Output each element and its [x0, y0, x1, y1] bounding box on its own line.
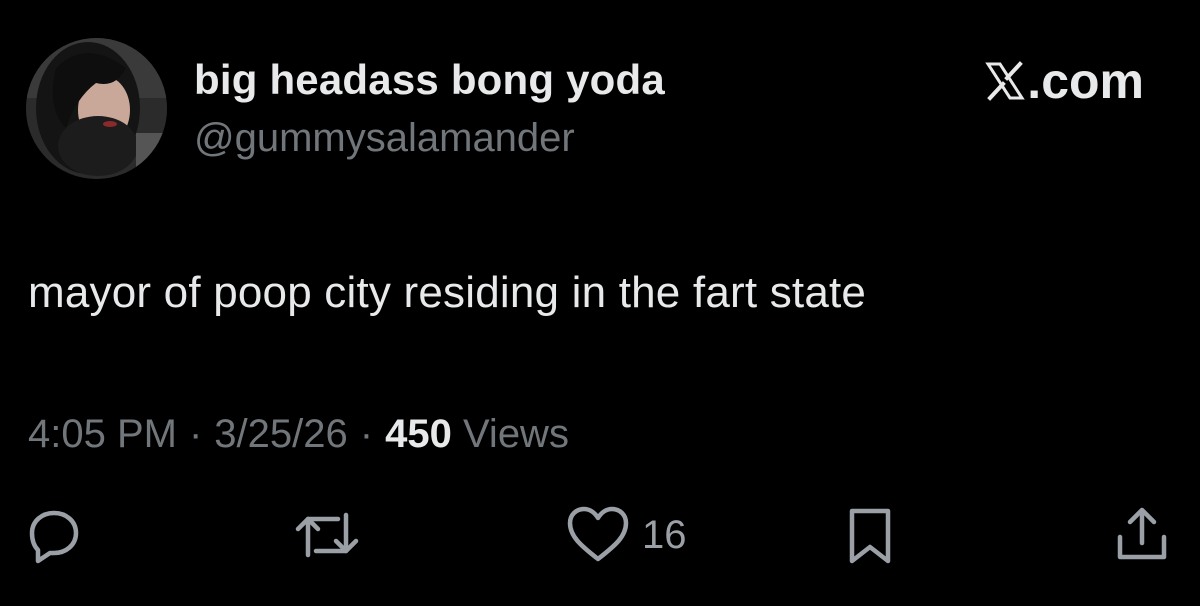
- bookmark-icon: [849, 508, 891, 564]
- views-count[interactable]: 450: [385, 412, 452, 456]
- brand-label: .com: [1027, 53, 1144, 109]
- like-button[interactable]: 16: [566, 505, 687, 565]
- tweet-date[interactable]: 3/25/26: [214, 412, 347, 457]
- x-logo-icon: [985, 61, 1026, 101]
- meta-separator: ·: [188, 412, 203, 456]
- like-count: 16: [642, 512, 687, 557]
- tweet-time[interactable]: 4:05 PM: [28, 412, 177, 457]
- tweet-meta: 4:05 PM · 3/25/26 · 450 Views: [28, 412, 569, 457]
- avatar[interactable]: [26, 38, 167, 179]
- tweet-text: mayor of poop city residing in the fart …: [28, 268, 867, 317]
- heart-icon: [567, 506, 629, 562]
- action-bar: 16: [0, 505, 1200, 575]
- repost-button[interactable]: [294, 505, 360, 565]
- x-brand: .com: [985, 52, 1144, 110]
- tweet-card: big headass bong yoda @gummysalamander .…: [0, 0, 1200, 606]
- author-display-name[interactable]: big headass bong yoda: [194, 56, 665, 104]
- repost-icon: [295, 512, 359, 558]
- share-icon: [1117, 507, 1167, 560]
- reply-icon: [29, 510, 79, 564]
- avatar-image: [26, 38, 167, 179]
- meta-separator: ·: [359, 412, 374, 456]
- bookmark-button[interactable]: [844, 505, 896, 565]
- reply-button[interactable]: [24, 505, 84, 565]
- author-handle[interactable]: @gummysalamander: [194, 116, 575, 161]
- share-button[interactable]: [1112, 505, 1172, 565]
- views-label: Views: [462, 412, 569, 456]
